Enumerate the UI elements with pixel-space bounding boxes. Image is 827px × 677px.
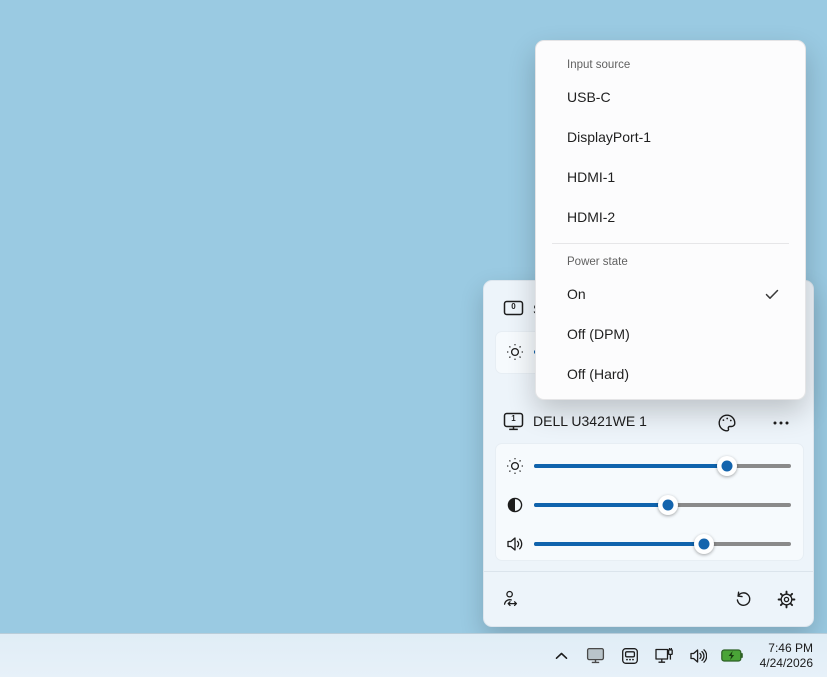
display-tray-icon[interactable] [584,643,608,669]
taskbar: 7:46 PM 4/24/2026 [0,633,827,677]
refresh-button[interactable] [727,584,757,614]
monitor-number-icon: 1 [503,412,524,431]
menu-item-on[interactable]: On [536,274,805,314]
system-tray: 7:46 PM 4/24/2026 [550,641,827,671]
menu-item-off-hard[interactable]: Off (Hard) [536,354,805,394]
clock-time: 7:46 PM [760,641,813,656]
panel-toolbar [484,572,813,626]
volume-tray-icon[interactable] [686,643,710,669]
volume-slider[interactable] [534,534,791,554]
brightness-icon [496,343,534,361]
checkmark-icon [765,289,779,300]
slider-thumb[interactable] [694,534,714,554]
more-options-button[interactable] [766,408,796,438]
network-tray-icon[interactable] [652,643,676,669]
menu-item-usb-c[interactable]: USB-C [536,77,805,117]
contrast-icon [496,497,534,513]
input-source-context-menu: Input source USB-C DisplayPort-1 HDMI-1 … [535,40,806,400]
link-levels-button[interactable] [496,584,526,614]
menu-item-hdmi-1[interactable]: HDMI-1 [536,157,805,197]
battery-charging-tray-icon[interactable] [720,643,744,669]
settings-button[interactable] [771,584,801,614]
menu-item-displayport-1[interactable]: DisplayPort-1 [536,117,805,157]
slider-thumb[interactable] [658,495,678,515]
menu-item-off-dpm[interactable]: Off (DPM) [536,314,805,354]
monitor-row-dell[interactable]: 1 DELL U3421WE 1 [503,408,647,434]
taskbar-clock[interactable]: 7:46 PM 4/24/2026 [754,641,813,671]
clock-date: 4/24/2026 [760,656,813,671]
monitor-app-tray-icon[interactable] [618,643,642,669]
section-label-input-source: Input source [536,53,805,77]
section-label-power-state: Power state [536,250,805,274]
contrast-slider[interactable] [534,495,791,515]
color-palette-button[interactable] [712,408,742,438]
brightness-slider[interactable] [534,456,791,476]
menu-item-hdmi-2[interactable]: HDMI-2 [536,197,805,237]
volume-icon [496,536,534,552]
brightness-icon [496,457,534,475]
hidden-icons-chevron[interactable] [550,643,574,669]
monitor-name: DELL U3421WE 1 [533,413,647,429]
slider-card [495,443,804,561]
menu-divider [552,243,789,244]
monitor-number-icon: 0 [503,300,524,319]
slider-thumb[interactable] [717,456,737,476]
